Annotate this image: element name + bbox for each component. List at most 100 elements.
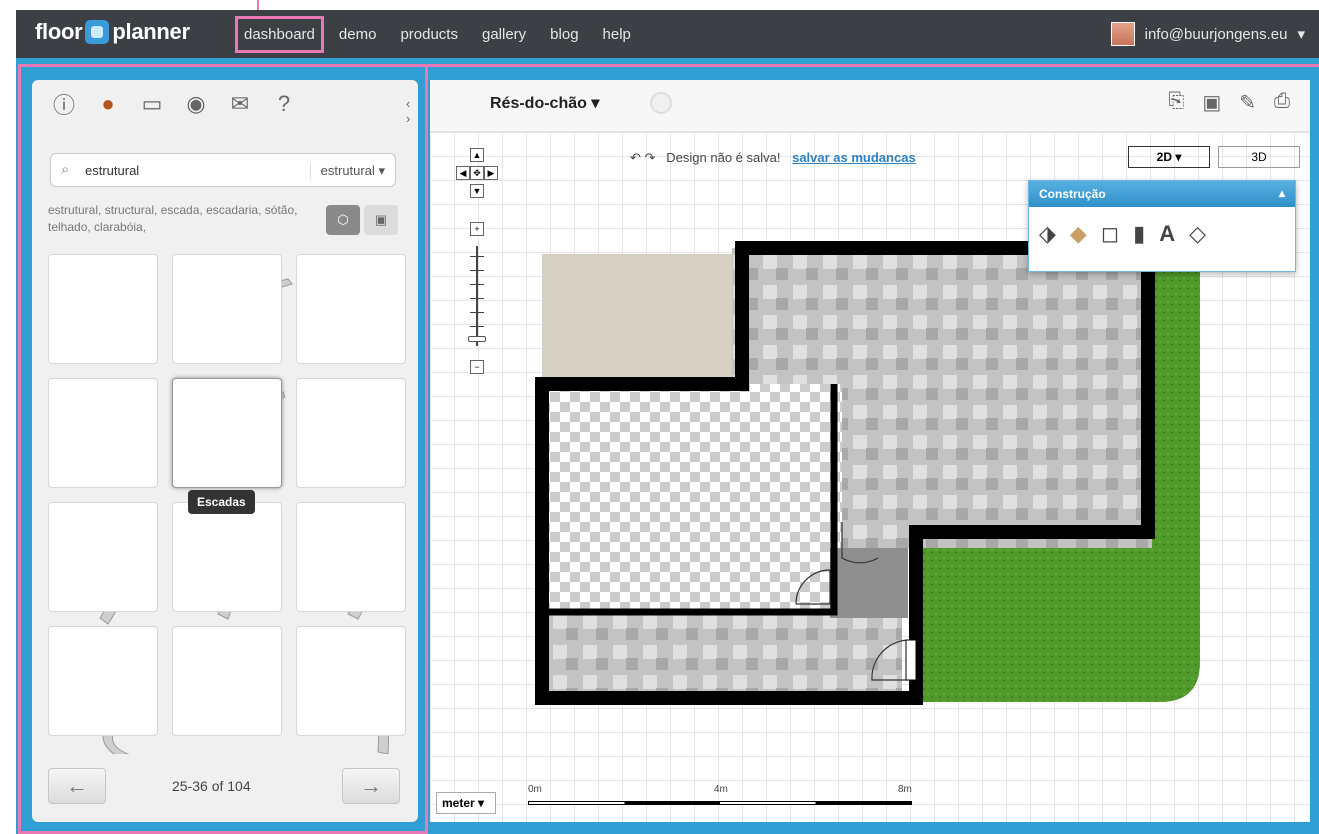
- mail-icon[interactable]: ✉: [226, 90, 254, 118]
- page-indicator: 25-36 of 104: [172, 778, 251, 794]
- zoom-out-button[interactable]: −: [470, 360, 484, 374]
- search-field[interactable]: ⌕ estrutural estrutural ▾: [50, 153, 396, 187]
- canvas-toolbar: Rés-do-chão ▾ ⎘ ▣ ✎ ⎙: [430, 80, 1310, 132]
- item-thumbnail[interactable]: [48, 378, 158, 488]
- item-thumbnail[interactable]: [296, 254, 406, 364]
- view-2d-toggle[interactable]: ▣: [364, 205, 398, 235]
- undo-icon[interactable]: ↶: [630, 150, 641, 165]
- cube-icon: ⬡: [337, 212, 349, 227]
- redo-icon[interactable]: ↷: [645, 150, 656, 165]
- item-thumbnail[interactable]: [48, 502, 158, 612]
- scale-bar: 0m 4m 8m: [528, 784, 918, 814]
- zoom-tick: [470, 326, 484, 327]
- info-icon[interactable]: ⓘ: [50, 90, 78, 118]
- print-icon[interactable]: ⎙: [1274, 90, 1290, 115]
- save-status-text: Design não é salva!: [666, 150, 781, 165]
- globe-icon[interactable]: ◉: [182, 90, 210, 118]
- pan-right-button[interactable]: ▶: [484, 166, 498, 180]
- view-3d-button[interactable]: 3D: [1218, 146, 1300, 168]
- nav-blog[interactable]: blog: [538, 26, 590, 43]
- item-thumbnail-selected[interactable]: [172, 378, 282, 488]
- zoom-in-button[interactable]: +: [470, 222, 484, 236]
- nav-demo[interactable]: demo: [327, 26, 389, 43]
- nav-dashboard[interactable]: dashboard: [235, 15, 324, 53]
- nav-products[interactable]: products: [388, 26, 470, 43]
- floor-surface-icon[interactable]: ◆: [1070, 221, 1087, 247]
- avatar: [1110, 22, 1135, 46]
- user-menu[interactable]: info@buurjongens.eu ▾: [1110, 22, 1305, 46]
- construction-tools: ⬗ ◆ ◻ ▮ A ◇: [1029, 207, 1295, 261]
- zoom-tick: [470, 256, 484, 257]
- main-nav: dashboard demo products gallery blog hel…: [235, 10, 643, 58]
- floorplanner-logo[interactable]: floor planner: [35, 19, 190, 45]
- logo-text-right: planner: [112, 19, 190, 44]
- highlight-frame-top: [18, 64, 1319, 67]
- item-thumbnail[interactable]: [48, 626, 158, 736]
- unit-selector[interactable]: meter ▾: [436, 792, 496, 814]
- draw-room-icon[interactable]: ⬗: [1039, 221, 1056, 247]
- search-icon: ⌕: [61, 161, 70, 178]
- search-input[interactable]: estrutural: [85, 163, 139, 178]
- door-icon[interactable]: ▮: [1133, 221, 1145, 247]
- view-2d-button[interactable]: 2D ▾: [1128, 146, 1210, 168]
- zoom-slider[interactable]: [476, 246, 478, 346]
- item-thumbnail[interactable]: [172, 254, 282, 364]
- construction-header[interactable]: Construção ▴: [1029, 181, 1295, 207]
- next-page-button[interactable]: →: [342, 768, 400, 804]
- terrace-area: [542, 254, 742, 384]
- pagination: ← 25-36 of 104 →: [32, 768, 418, 808]
- logo-text-left: floor: [35, 19, 83, 44]
- area-icon[interactable]: ◇: [1189, 221, 1206, 247]
- scale-label-0: 0m: [528, 784, 542, 795]
- picture-icon[interactable]: ▭: [138, 90, 166, 118]
- scale-label-4: 4m: [714, 784, 728, 795]
- collapse-panel-icon[interactable]: ‹ ›: [406, 96, 418, 126]
- view-3d-toggle[interactable]: ⬡: [326, 205, 360, 235]
- save-changes-link[interactable]: salvar as mudancas: [792, 150, 916, 165]
- wall-icon[interactable]: ◻: [1101, 221, 1119, 247]
- pan-up-button[interactable]: ▲: [470, 148, 484, 162]
- pan-center-button[interactable]: ✥: [470, 166, 484, 180]
- zoom-handle[interactable]: [468, 336, 486, 342]
- library-toolbar: ⓘ ● ▭ ◉ ✉ ?: [50, 90, 298, 118]
- construction-toolbox: Construção ▴ ⬗ ◆ ◻ ▮ A ◇: [1028, 180, 1296, 272]
- top-navigation-bar: floor planner dashboard demo products ga…: [16, 10, 1319, 58]
- hallway: [542, 612, 902, 702]
- library-panel: ⓘ ● ▭ ◉ ✉ ? ‹ › ⌕ estrutural estrutural …: [32, 80, 418, 822]
- unit-label: meter: [442, 796, 475, 810]
- search-tags: estrutural, structural, escada, escadari…: [48, 203, 298, 234]
- furniture-icon[interactable]: ●: [94, 90, 122, 118]
- arrow-left-icon: ←: [66, 773, 88, 798]
- collapse-icon[interactable]: ▴: [1279, 186, 1285, 200]
- tooltip: Escadas: [188, 490, 255, 514]
- canvas-actions: ⎘ ▣ ✎ ⎙: [1168, 90, 1290, 115]
- item-thumbnail[interactable]: [172, 502, 282, 612]
- text-label-icon[interactable]: A: [1159, 221, 1175, 247]
- item-thumbnail[interactable]: [172, 626, 282, 736]
- item-thumbnail[interactable]: [296, 378, 406, 488]
- category-select[interactable]: estrutural ▾: [309, 163, 385, 179]
- floor-selector[interactable]: Rés-do-chão ▾: [490, 93, 599, 113]
- nav-help[interactable]: help: [591, 26, 643, 43]
- item-thumbnail[interactable]: [48, 254, 158, 364]
- pan-left-button[interactable]: ◀: [456, 166, 470, 180]
- save-icon[interactable]: ▣: [1202, 90, 1221, 115]
- view-3d-label: 3D: [1251, 150, 1267, 164]
- prev-page-button[interactable]: ←: [48, 768, 106, 804]
- add-floor-button[interactable]: [650, 92, 672, 114]
- category-select-label: estrutural: [320, 163, 375, 178]
- zoom-tick: [470, 270, 484, 271]
- item-thumbnail[interactable]: [296, 502, 406, 612]
- edit-icon[interactable]: ✎: [1239, 90, 1256, 115]
- item-thumbnail[interactable]: [296, 626, 406, 736]
- new-plan-icon[interactable]: ⎘: [1168, 90, 1184, 115]
- zoom-tick: [470, 312, 484, 313]
- user-email: info@buurjongens.eu: [1144, 25, 1288, 43]
- nav-gallery[interactable]: gallery: [470, 26, 538, 43]
- pan-down-button[interactable]: ▼: [470, 184, 484, 198]
- chevron-down-icon: ▾: [1297, 26, 1305, 43]
- floorplan-canvas[interactable]: Rés-do-chão ▾ ⎘ ▣ ✎ ⎙ ▲ ◀ ✥ ▶ ▼ + − ↶ ↷ …: [430, 80, 1310, 822]
- scale-label-8: 8m: [898, 784, 912, 795]
- help-icon[interactable]: ?: [270, 90, 298, 118]
- empty-room: [542, 384, 842, 614]
